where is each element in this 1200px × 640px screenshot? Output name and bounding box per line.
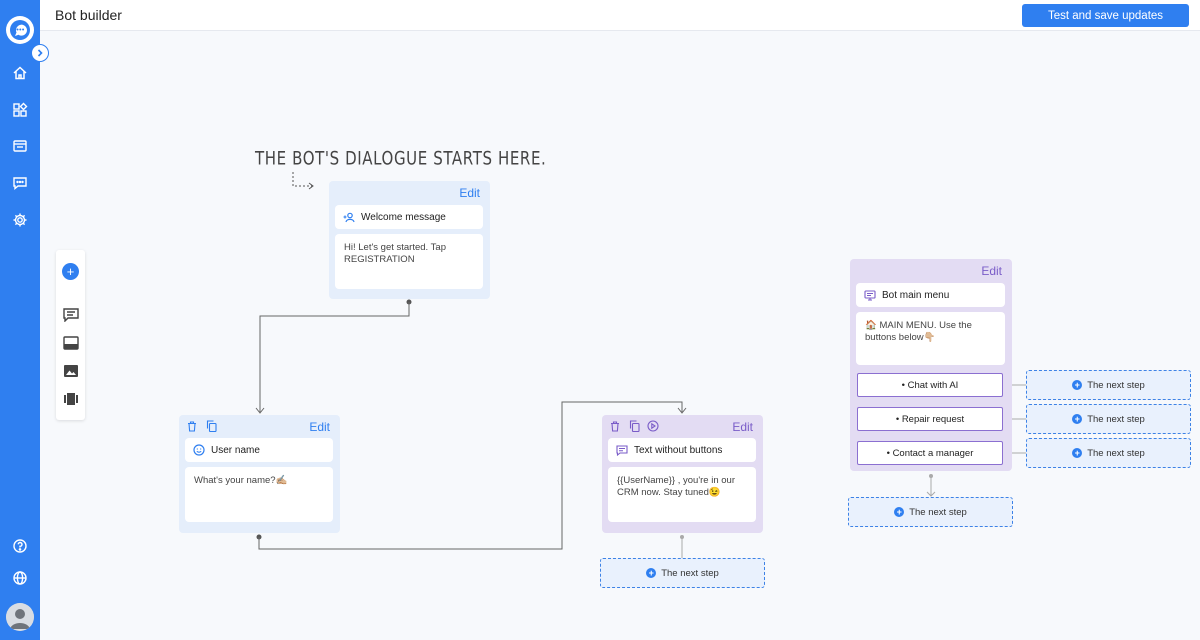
node-title-label: Text without buttons	[634, 444, 723, 456]
node-title: Text without buttons	[608, 438, 756, 462]
dialogue-start-hint: THE BOT'S DIALOGUE STARTS HERE.	[255, 147, 547, 170]
edit-button[interactable]: Edit	[981, 264, 1002, 278]
node-message: What's your name?✍🏼	[185, 467, 333, 522]
edit-button[interactable]: Edit	[309, 420, 330, 434]
expand-sidebar-button[interactable]	[31, 44, 49, 62]
node-message: 🏠 MAIN MENU. Use the buttons below👇🏼	[856, 312, 1005, 365]
play-icon[interactable]	[646, 419, 660, 433]
node-title: Bot main menu	[856, 283, 1005, 307]
node-title-label: User name	[211, 444, 260, 456]
test-and-save-button[interactable]: Test and save updates	[1022, 4, 1189, 27]
copy-icon[interactable]	[627, 419, 641, 433]
help-icon[interactable]	[8, 534, 32, 558]
apps-icon[interactable]	[8, 98, 32, 122]
add-node-button[interactable]: +	[62, 263, 79, 280]
next-step-button[interactable]: + The next step	[1026, 438, 1191, 468]
node-title-label: Bot main menu	[882, 289, 950, 301]
next-step-button[interactable]: + The next step	[600, 558, 765, 588]
node-title: User name	[185, 438, 333, 462]
next-step-button[interactable]: + The next step	[848, 497, 1013, 527]
node-message: Hi! Let's get started. Tap REGISTRATION	[335, 234, 483, 289]
node-title-label: Welcome message	[361, 211, 446, 223]
text-without-buttons-node[interactable]: Edit Text without buttons {{UserName}} ,…	[602, 415, 763, 533]
plus-icon: +	[1072, 448, 1083, 458]
browser-icon[interactable]	[8, 134, 32, 158]
sidebar	[0, 0, 40, 640]
menu-button-chat-with-ai[interactable]: • Chat with AI	[857, 373, 1003, 397]
card-tool-icon[interactable]	[62, 334, 79, 351]
next-step-label: The next step	[661, 567, 719, 579]
edit-button[interactable]: Edit	[459, 186, 480, 200]
next-step-label: The next step	[1087, 413, 1145, 425]
chat-logo-icon[interactable]	[6, 16, 34, 44]
next-step-label: The next step	[1087, 447, 1145, 459]
gallery-tool-icon[interactable]	[62, 390, 79, 407]
message-icon	[616, 444, 628, 456]
avatar[interactable]	[6, 603, 34, 631]
node-toolbox: +	[56, 250, 85, 420]
image-tool-icon[interactable]	[62, 362, 79, 379]
next-step-button[interactable]: + The next step	[1026, 370, 1191, 400]
globe-language-icon[interactable]	[8, 566, 32, 590]
plus-icon: +	[1072, 380, 1083, 390]
chevron-right-icon	[37, 49, 43, 57]
settings-gear-icon[interactable]	[8, 208, 32, 232]
edit-button[interactable]: Edit	[732, 420, 753, 434]
next-step-label: The next step	[909, 506, 967, 518]
next-step-label: The next step	[1087, 379, 1145, 391]
copy-icon[interactable]	[204, 419, 218, 433]
trash-icon[interactable]	[608, 419, 622, 433]
plus-icon: +	[894, 507, 905, 517]
bot-main-menu-node[interactable]: Edit Bot main menu 🏠 MAIN MENU. Use the …	[850, 259, 1012, 471]
node-message: {{UserName}} , you're in our CRM now. St…	[608, 467, 756, 522]
menu-button-contact-manager[interactable]: • Contact a manager	[857, 441, 1003, 465]
page-title: Bot builder	[55, 7, 122, 23]
user-name-node[interactable]: Edit User name What's your name?✍🏼	[179, 415, 340, 533]
chat-icon[interactable]	[8, 171, 32, 195]
plus-icon: +	[646, 568, 657, 578]
menu-button-repair-request[interactable]: • Repair request	[857, 407, 1003, 431]
node-actions	[608, 419, 660, 433]
node-actions	[185, 419, 218, 433]
home-icon[interactable]	[8, 61, 32, 85]
node-title: Welcome message	[335, 205, 483, 229]
header-bar: Bot builder Test and save updates	[40, 0, 1200, 31]
add-user-icon	[343, 212, 355, 222]
flow-connectors	[255, 172, 1026, 558]
smile-icon	[193, 444, 205, 456]
welcome-message-node[interactable]: Edit Welcome message Hi! Let's get start…	[329, 181, 490, 299]
monitor-icon	[864, 289, 876, 301]
trash-icon[interactable]	[185, 419, 199, 433]
text-message-tool-icon[interactable]	[62, 306, 79, 323]
next-step-button[interactable]: + The next step	[1026, 404, 1191, 434]
plus-icon: +	[1072, 414, 1083, 424]
